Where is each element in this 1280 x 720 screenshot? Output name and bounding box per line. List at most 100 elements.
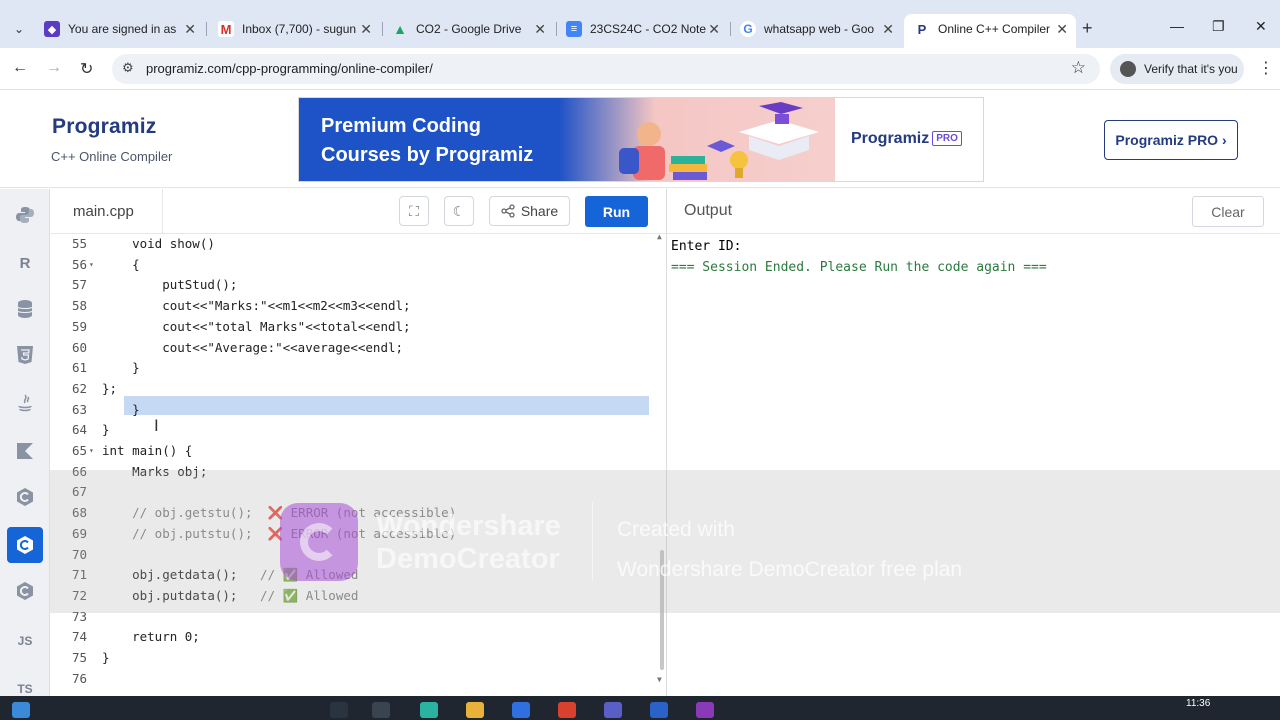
- promo-banner[interactable]: Premium Coding Courses by Programiz Prog…: [298, 97, 984, 182]
- run-button[interactable]: Run: [585, 196, 648, 227]
- programiz-pro-button[interactable]: Programiz PRO ›: [1104, 120, 1238, 160]
- code-line[interactable]: 70: [51, 545, 651, 566]
- os-taskbar: 11:36: [0, 696, 1280, 720]
- close-icon[interactable]: ✕: [708, 21, 720, 38]
- fold-chevron-icon[interactable]: ▾: [89, 441, 94, 462]
- teams-icon[interactable]: [604, 702, 622, 718]
- code-line[interactable]: 66 Marks obj;: [51, 462, 651, 483]
- code-line[interactable]: 58 cout<<"Marks:"<<m1<<m2<<m3<<endl;: [51, 296, 651, 317]
- browser-tab-gmail[interactable]: M Inbox (7,700) - sugun ✕: [208, 14, 380, 44]
- page-subtitle: C++ Online Compiler: [51, 149, 173, 164]
- code-text: };: [102, 380, 118, 396]
- new-tab-icon[interactable]: +: [1082, 18, 1093, 39]
- r-icon[interactable]: R: [7, 245, 43, 281]
- code-line[interactable]: 57 putStud();: [51, 275, 651, 296]
- code-text: Marks obj;: [102, 463, 208, 479]
- minimize-icon[interactable]: —: [1170, 18, 1184, 34]
- html-icon[interactable]: [7, 337, 43, 373]
- code-text: cout<<"Marks:"<<m1<<m2<<m3<<endl;: [102, 298, 411, 314]
- fold-chevron-icon[interactable]: ▾: [89, 255, 94, 276]
- close-icon[interactable]: ✕: [882, 21, 894, 38]
- code-line[interactable]: 64}: [51, 420, 651, 441]
- store-icon[interactable]: [512, 702, 530, 718]
- code-line[interactable]: 56 ▾ {: [51, 255, 651, 276]
- scroll-down-icon[interactable]: ▼: [657, 675, 662, 684]
- window-close-icon[interactable]: ✕: [1255, 18, 1267, 35]
- code-line[interactable]: 59 cout<<"total Marks"<<total<<endl;: [51, 317, 651, 338]
- file-tab-main-cpp[interactable]: main.cpp: [51, 189, 163, 234]
- js-icon[interactable]: JS: [7, 623, 43, 659]
- word-icon[interactable]: [650, 702, 668, 718]
- tab-search-chevron-icon[interactable]: ⌄: [8, 18, 30, 40]
- language-sidebar: R JS TS: [0, 189, 50, 720]
- java-icon[interactable]: [7, 385, 43, 421]
- search-icon[interactable]: [330, 702, 348, 718]
- edge-icon[interactable]: [420, 702, 438, 718]
- start-icon[interactable]: [12, 702, 30, 718]
- app-icon[interactable]: [696, 702, 714, 718]
- code-line[interactable]: 69 // obj.putstu(); ❌ ERROR (not accessi…: [51, 524, 651, 545]
- share-button[interactable]: Share: [489, 196, 570, 226]
- editor-scrollbar-thumb[interactable]: [660, 550, 664, 670]
- verify-identity-button[interactable]: Verify that it's you: [1110, 54, 1244, 84]
- reload-icon[interactable]: ↻: [80, 59, 93, 79]
- code-line[interactable]: 68 // obj.getstu(); ❌ ERROR (not accessi…: [51, 503, 651, 524]
- line-number: 72: [71, 587, 87, 603]
- code-line[interactable]: 71 obj.getdata(); // ✅ Allowed: [51, 565, 651, 586]
- task-view-icon[interactable]: [372, 702, 390, 718]
- csharp-icon[interactable]: [7, 573, 43, 609]
- chrome-icon[interactable]: [558, 702, 576, 718]
- code-editor[interactable]: 55 void show() 56 ▾ {57 putStud(); 58 cout<…: [51, 232, 667, 694]
- close-icon[interactable]: ✕: [184, 21, 196, 38]
- close-icon[interactable]: ✕: [360, 21, 372, 38]
- output-console[interactable]: Enter ID: === Session Ended. Please Run …: [671, 236, 1047, 278]
- c-icon[interactable]: [7, 479, 43, 515]
- back-icon[interactable]: ←: [12, 59, 28, 77]
- browser-tab-google[interactable]: G whatsapp web - Goo ✕: [730, 14, 902, 44]
- code-line[interactable]: 74 return 0;: [51, 627, 651, 648]
- cpp-icon[interactable]: [7, 527, 43, 563]
- code-line[interactable]: 73: [51, 607, 651, 628]
- sql-icon[interactable]: [7, 291, 43, 327]
- python-icon[interactable]: [7, 197, 43, 233]
- line-number: 60: [71, 339, 87, 355]
- code-line[interactable]: 63 }: [51, 400, 651, 421]
- forward-icon[interactable]: →: [46, 59, 62, 77]
- browser-tab-docs[interactable]: ≡ 23CS24C - CO2 Note ✕: [556, 14, 728, 44]
- code-text: }: [102, 422, 110, 438]
- code-line[interactable]: 61 }: [51, 358, 651, 379]
- code-text: int main() {: [102, 443, 193, 458]
- code-line[interactable]: 55 void show(): [51, 234, 651, 255]
- scroll-up-icon[interactable]: ▲: [657, 232, 662, 241]
- bookmark-star-icon[interactable]: ☆: [1071, 58, 1086, 78]
- share-icon: [501, 204, 515, 218]
- close-icon[interactable]: ✕: [1056, 21, 1068, 38]
- fullscreen-icon[interactable]: ⛶: [399, 196, 429, 226]
- code-line[interactable]: 62};: [51, 379, 651, 400]
- url-field[interactable]: ⚙ programiz.com/cpp-programming/online-c…: [112, 54, 1100, 84]
- code-line[interactable]: 75}: [51, 648, 651, 669]
- clear-button[interactable]: Clear: [1192, 196, 1264, 227]
- site-info-icon[interactable]: ⚙: [122, 60, 134, 76]
- line-number: 67: [71, 484, 87, 500]
- explorer-icon[interactable]: [466, 702, 484, 718]
- code-line[interactable]: 65 ▾ int main() {: [51, 441, 651, 462]
- code-line[interactable]: 76: [51, 669, 651, 690]
- taskbar-clock[interactable]: 11:36: [1186, 698, 1210, 709]
- code-line[interactable]: 67: [51, 482, 651, 503]
- banner-pro-area: Programiz PRO: [835, 98, 983, 181]
- kotlin-icon[interactable]: [7, 433, 43, 469]
- browser-tab-drive[interactable]: ▲ CO2 - Google Drive ✕: [382, 14, 554, 44]
- code-text: // obj.getstu(); ❌ ERROR (not accessible…: [102, 505, 457, 521]
- banner-illustration: [619, 102, 819, 180]
- menu-kebab-icon[interactable]: ⋮: [1258, 58, 1274, 78]
- browser-tab-signed-in[interactable]: ◆ You are signed in as ✕: [34, 14, 204, 44]
- dark-mode-moon-icon[interactable]: ☾: [444, 196, 474, 226]
- close-icon[interactable]: ✕: [534, 21, 546, 38]
- line-number: 64: [71, 422, 87, 438]
- panel-divider[interactable]: [666, 189, 667, 699]
- restore-icon[interactable]: ❐: [1212, 18, 1225, 35]
- code-line[interactable]: 60 cout<<"Average:"<<average<<endl;: [51, 338, 651, 359]
- code-line[interactable]: 72 obj.putdata(); // ✅ Allowed: [51, 586, 651, 607]
- programiz-logo[interactable]: Programiz: [52, 115, 157, 139]
